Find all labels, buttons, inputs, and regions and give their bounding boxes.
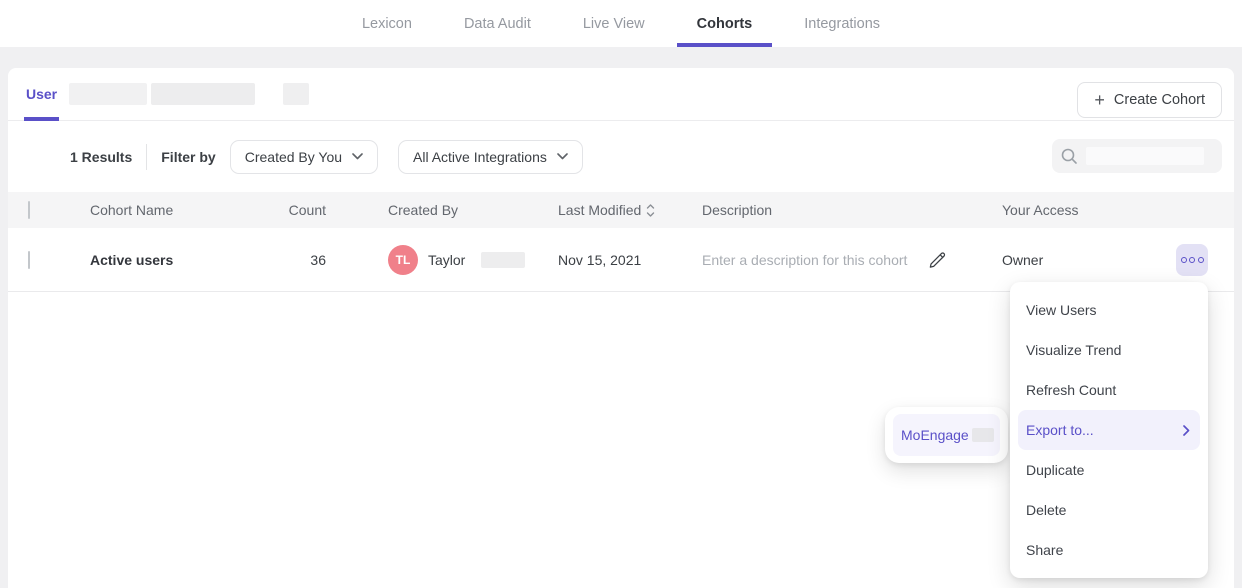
plus-icon: + <box>1094 91 1105 109</box>
tab-user-label: User <box>26 86 57 102</box>
active-tab-underline <box>677 43 773 47</box>
nav-item-data-audit[interactable]: Data Audit <box>458 0 537 47</box>
chevron-down-icon <box>352 153 363 160</box>
table-header-row: Cohort Name Count Created By Last Modifi… <box>8 192 1234 228</box>
tab-user[interactable]: User <box>26 68 57 120</box>
redacted-text <box>151 83 255 105</box>
column-header-count: Count <box>288 202 326 218</box>
cohort-type-tabbar: User + Create Cohort <box>8 68 1234 121</box>
filter-by-label: Filter by <box>161 149 215 165</box>
create-cohort-label: Create Cohort <box>1114 92 1205 108</box>
integrations-dropdown-value: All Active Integrations <box>413 149 547 165</box>
menu-item-visualize-trend[interactable]: Visualize Trend <box>1010 330 1208 370</box>
filter-toolbar: 1 Results Filter by Created By You All A… <box>8 121 1234 192</box>
dot-icon <box>1198 257 1204 263</box>
search-icon <box>1060 147 1078 165</box>
column-header-your-access: Your Access <box>1002 202 1176 218</box>
cohort-count: 36 <box>288 252 326 268</box>
nav-item-live-view[interactable]: Live View <box>577 0 651 47</box>
redacted-text <box>69 83 147 105</box>
menu-item-delete[interactable]: Delete <box>1010 490 1208 530</box>
results-count: 1 Results <box>70 149 132 165</box>
sort-icon <box>646 204 655 217</box>
nav-item-integrations[interactable]: Integrations <box>798 0 886 47</box>
select-all-checkbox[interactable] <box>28 201 30 219</box>
last-modified-cell: Nov 15, 2021 <box>558 252 702 268</box>
submenu-item-moengage-label: MoEngage <box>901 427 969 443</box>
redacted-text <box>481 252 525 268</box>
created-by-dropdown-value: Created By You <box>245 149 342 165</box>
access-cell: Owner <box>1002 252 1176 268</box>
nav-item-cohorts-label: Cohorts <box>697 16 753 32</box>
integrations-dropdown[interactable]: All Active Integrations <box>398 140 583 174</box>
row-checkbox[interactable] <box>28 251 30 269</box>
divider <box>146 144 147 170</box>
redacted-text <box>1086 147 1204 165</box>
edit-pencil-icon[interactable] <box>927 250 947 270</box>
chevron-right-icon <box>1183 425 1190 436</box>
column-header-last-modified[interactable]: Last Modified <box>558 202 702 218</box>
redacted-text <box>972 428 994 442</box>
top-navigation: Lexicon Data Audit Live View Cohorts Int… <box>0 0 1242 47</box>
column-header-created-by: Created By <box>326 202 558 218</box>
export-submenu: MoEngage <box>885 407 1008 463</box>
column-header-last-modified-label: Last Modified <box>558 202 641 218</box>
menu-item-duplicate[interactable]: Duplicate <box>1010 450 1208 490</box>
created-by-cell: TL Taylor <box>326 245 558 275</box>
cohort-name[interactable]: Active users <box>90 252 288 268</box>
menu-item-share[interactable]: Share <box>1010 530 1208 570</box>
menu-item-refresh-count[interactable]: Refresh Count <box>1010 370 1208 410</box>
submenu-item-moengage[interactable]: MoEngage <box>893 414 1000 456</box>
description-placeholder: Enter a description for this cohort <box>702 252 907 268</box>
menu-item-export-to-label: Export to... <box>1026 422 1094 438</box>
nav-item-lexicon[interactable]: Lexicon <box>356 0 418 47</box>
column-header-description: Description <box>702 202 1002 218</box>
search-input[interactable] <box>1052 139 1222 173</box>
chevron-down-icon <box>557 153 568 160</box>
nav-item-cohorts[interactable]: Cohorts <box>691 0 759 47</box>
column-header-cohort-name: Cohort Name <box>90 202 288 218</box>
redacted-tabs <box>69 83 309 105</box>
created-by-name: Taylor <box>428 252 465 268</box>
menu-item-view-users[interactable]: View Users <box>1010 290 1208 330</box>
create-cohort-button[interactable]: + Create Cohort <box>1077 82 1222 118</box>
menu-item-export-to[interactable]: Export to... <box>1018 410 1200 450</box>
avatar: TL <box>388 245 418 275</box>
dot-icon <box>1181 257 1187 263</box>
row-context-menu: View Users Visualize Trend Refresh Count… <box>1010 282 1208 578</box>
created-by-dropdown[interactable]: Created By You <box>230 140 378 174</box>
row-actions-menu-button[interactable] <box>1176 244 1208 276</box>
description-cell[interactable]: Enter a description for this cohort <box>702 250 1002 270</box>
dot-icon <box>1189 257 1195 263</box>
redacted-text <box>283 83 309 105</box>
